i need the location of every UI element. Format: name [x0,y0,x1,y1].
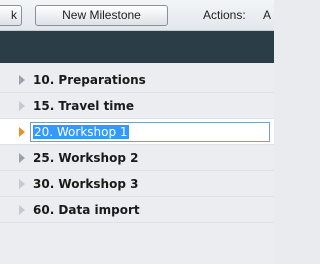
actions-label: Actions: [203,8,246,22]
expand-arrow-icon[interactable] [19,127,25,137]
expand-arrow-icon[interactable] [19,205,25,215]
milestone-list: 10. Preparations 15. Travel time 20. Wor… [0,63,274,264]
toolbar: k New Milestone Actions: A [0,0,274,31]
expand-arrow-icon[interactable] [19,179,25,189]
milestone-row[interactable]: 25. Workshop 2 [0,145,274,171]
partial-toolbar-button[interactable]: k [0,5,22,26]
milestone-label: 15. Travel time [33,99,135,113]
actions-dropdown-partial[interactable]: A [263,5,271,26]
milestone-row[interactable]: 15. Travel time [0,93,274,119]
selected-text: 20. Workshop 1 [33,125,129,139]
new-milestone-button[interactable]: New Milestone [35,5,168,26]
milestone-row[interactable]: 30. Workshop 3 [0,171,274,197]
expand-arrow-icon[interactable] [19,101,25,111]
milestone-label: 10. Preparations [33,73,146,87]
milestone-row[interactable]: 10. Preparations [0,67,274,93]
milestone-row[interactable]: 60. Data import [0,197,274,223]
list-header-band [0,31,274,63]
expand-arrow-icon[interactable] [19,153,25,163]
milestone-label: 60. Data import [33,203,140,217]
milestone-label: 30. Workshop 3 [33,177,139,191]
milestone-row-editing[interactable]: 20. Workshop 1 [0,119,274,145]
milestone-name-field[interactable]: 20. Workshop 1 [30,122,270,142]
milestone-label: 25. Workshop 2 [33,151,139,165]
expand-arrow-icon[interactable] [19,75,25,85]
